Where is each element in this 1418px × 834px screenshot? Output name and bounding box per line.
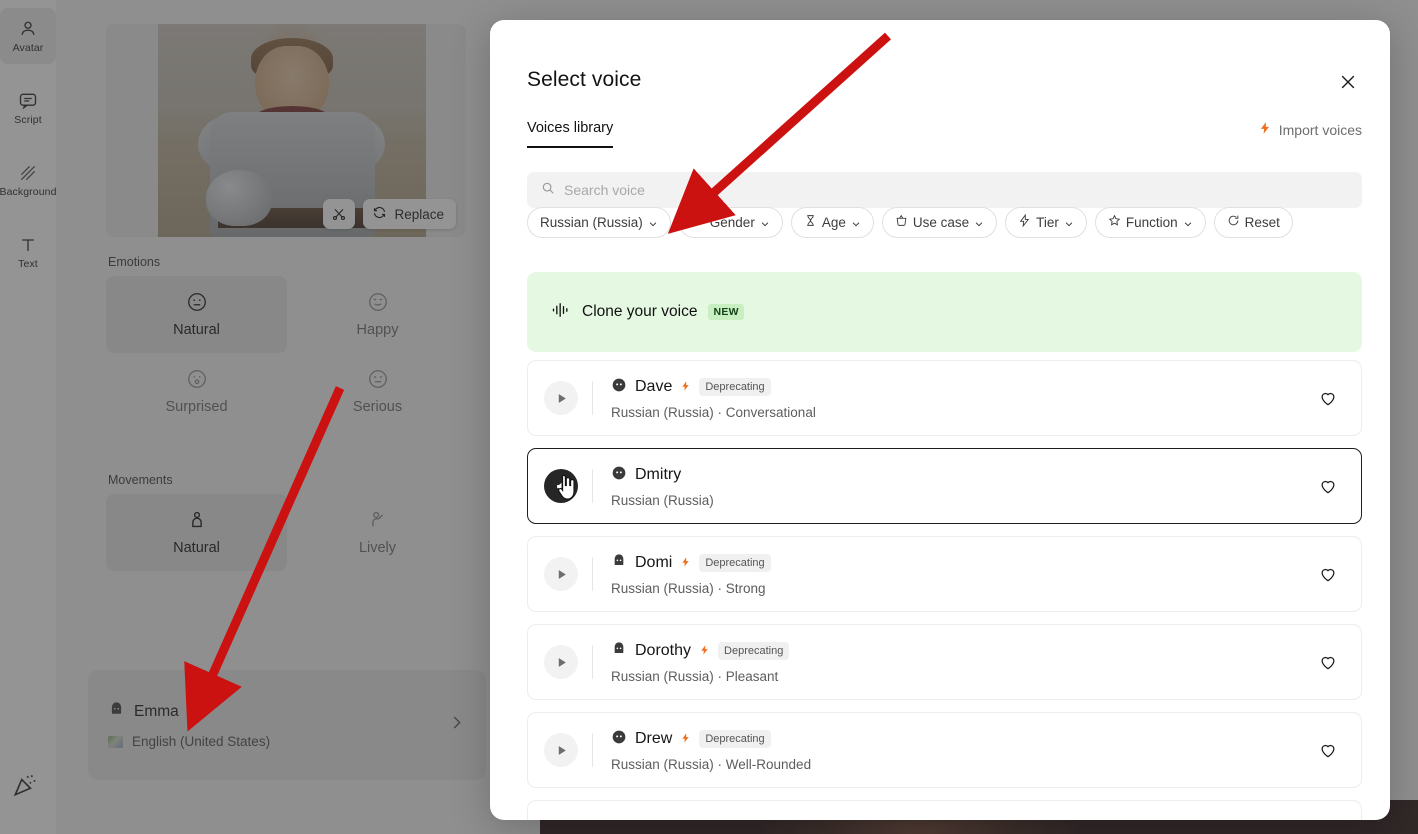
voice-row-dmitry[interactable]: Dmitry Russian (Russia)	[527, 448, 1362, 524]
row-divider	[592, 645, 593, 679]
filter-chip-reset[interactable]: Reset	[1213, 206, 1293, 238]
play-icon[interactable]	[544, 557, 578, 591]
voice-name: Dorothy	[635, 642, 692, 659]
chevron-down-icon	[974, 217, 984, 227]
voice-row-dorothy[interactable]: Dorothy Deprecating Russian (Russia) · P…	[527, 624, 1362, 700]
play-icon[interactable]	[544, 381, 578, 415]
close-icon[interactable]	[1334, 68, 1362, 96]
filter-chip-label: Age	[821, 214, 846, 230]
filter-chip-tier[interactable]: Tier	[1005, 206, 1087, 238]
male-avatar-icon	[611, 465, 627, 486]
voice-name: Dave	[635, 378, 673, 395]
voice-subtitle: Russian (Russia) · Strong	[611, 580, 766, 596]
search-placeholder: Search voice	[564, 182, 645, 198]
filter-chips-row: Russian (Russia) Gender Age Use case Tie…	[527, 206, 1407, 238]
filter-chip-function[interactable]: Function	[1094, 206, 1206, 238]
bolt-icon	[680, 555, 691, 571]
bolt-icon	[680, 379, 691, 395]
voice-row-content: Domi Deprecating Russian (Russia) · Stro…	[611, 553, 1315, 596]
filter-chip-age[interactable]: Age	[790, 206, 874, 238]
voice-subtitle: Russian (Russia) · Conversational	[611, 404, 816, 420]
male-avatar-icon	[611, 729, 627, 750]
bolt-outline-icon	[1018, 213, 1031, 230]
chevron-down-icon	[851, 217, 861, 227]
deprecating-tag: Deprecating	[718, 642, 790, 660]
bolt-icon	[680, 731, 691, 747]
bolt-icon	[1258, 120, 1272, 139]
bolt-icon	[699, 643, 710, 659]
play-icon[interactable]	[544, 645, 578, 679]
filter-chip-label: Russian (Russia)	[540, 214, 643, 230]
filter-chip-label: Tier	[1036, 214, 1059, 230]
heart-outline-icon[interactable]	[1315, 649, 1341, 675]
voice-row-content: Dmitry Russian (Russia)	[611, 465, 1315, 508]
filter-chip-gender[interactable]: Gender	[678, 206, 783, 238]
filter-chip-label: Use case	[912, 214, 970, 230]
voice-row-elli[interactable]: Elli Deprecating	[527, 800, 1362, 820]
voice-subtitle: Russian (Russia)	[611, 492, 714, 508]
voice-subtitle: Russian (Russia) · Well-Rounded	[611, 756, 812, 772]
hourglass-icon	[804, 214, 817, 230]
heart-outline-icon[interactable]	[1315, 561, 1341, 587]
voices-list[interactable]: Dave Deprecating Russian (Russia) · Conv…	[527, 360, 1362, 820]
waveform-icon	[551, 300, 571, 325]
deprecating-tag: Deprecating	[699, 730, 771, 748]
search-icon	[541, 181, 555, 200]
heart-outline-icon[interactable]	[1315, 385, 1341, 411]
female-avatar-icon	[611, 553, 627, 574]
row-divider	[592, 733, 593, 767]
voice-row-content: Drew Deprecating Russian (Russia) · Well…	[611, 729, 1315, 772]
chevron-down-icon	[648, 217, 658, 227]
voice-name: Drew	[635, 730, 673, 747]
clone-voice-banner[interactable]: Clone your voice NEW	[527, 272, 1362, 352]
deprecating-tag: Deprecating	[699, 554, 771, 572]
filter-chip-label: Function	[1125, 214, 1178, 230]
filter-chip-language[interactable]: Russian (Russia)	[527, 206, 671, 238]
voice-name: Domi	[635, 554, 673, 571]
heart-outline-icon[interactable]	[1315, 737, 1341, 763]
voice-row-content: Dorothy Deprecating Russian (Russia) · P…	[611, 641, 1315, 684]
tab-voices-library[interactable]: Voices library	[527, 120, 614, 148]
row-divider	[592, 381, 593, 415]
voice-row-content: Dave Deprecating Russian (Russia) · Conv…	[611, 377, 1315, 420]
chevron-down-icon	[760, 217, 770, 227]
chevron-down-icon	[1183, 217, 1193, 227]
filter-chip-use-case[interactable]: Use case	[881, 206, 998, 238]
search-input[interactable]: Search voice	[527, 172, 1362, 208]
modal-tabs-row: Voices library Import voices	[527, 120, 1362, 158]
import-voices-label: Import voices	[1278, 121, 1362, 138]
row-divider	[592, 557, 593, 591]
voice-row-dave[interactable]: Dave Deprecating Russian (Russia) · Conv…	[527, 360, 1362, 436]
voice-subtitle: Russian (Russia) · Pleasant	[611, 668, 779, 684]
select-voice-modal: Select voice Voices library Import voice…	[490, 20, 1390, 820]
modal-title: Select voice	[527, 68, 642, 91]
voice-row-domi[interactable]: Domi Deprecating Russian (Russia) · Stro…	[527, 536, 1362, 612]
speaker-icon[interactable]	[544, 469, 578, 503]
deprecating-tag: Deprecating	[699, 378, 771, 396]
clone-voice-label: Clone your voice	[582, 303, 698, 320]
female-avatar-icon	[611, 641, 627, 662]
filter-chip-label: Gender	[709, 214, 755, 230]
star-icon	[1108, 214, 1121, 230]
chevron-down-icon	[1064, 217, 1074, 227]
play-icon[interactable]	[544, 733, 578, 767]
reset-icon	[1227, 214, 1240, 230]
new-badge: NEW	[708, 304, 744, 320]
row-divider	[592, 469, 593, 503]
basket-icon	[895, 214, 908, 230]
heart-outline-icon[interactable]	[1315, 473, 1341, 499]
voice-row-drew[interactable]: Drew Deprecating Russian (Russia) · Well…	[527, 712, 1362, 788]
filter-chip-label: Reset	[1244, 214, 1280, 230]
voice-name: Dmitry	[635, 466, 682, 483]
gender-icon	[692, 214, 705, 230]
male-avatar-icon	[611, 377, 627, 398]
import-voices-button[interactable]: Import voices	[1258, 120, 1362, 139]
